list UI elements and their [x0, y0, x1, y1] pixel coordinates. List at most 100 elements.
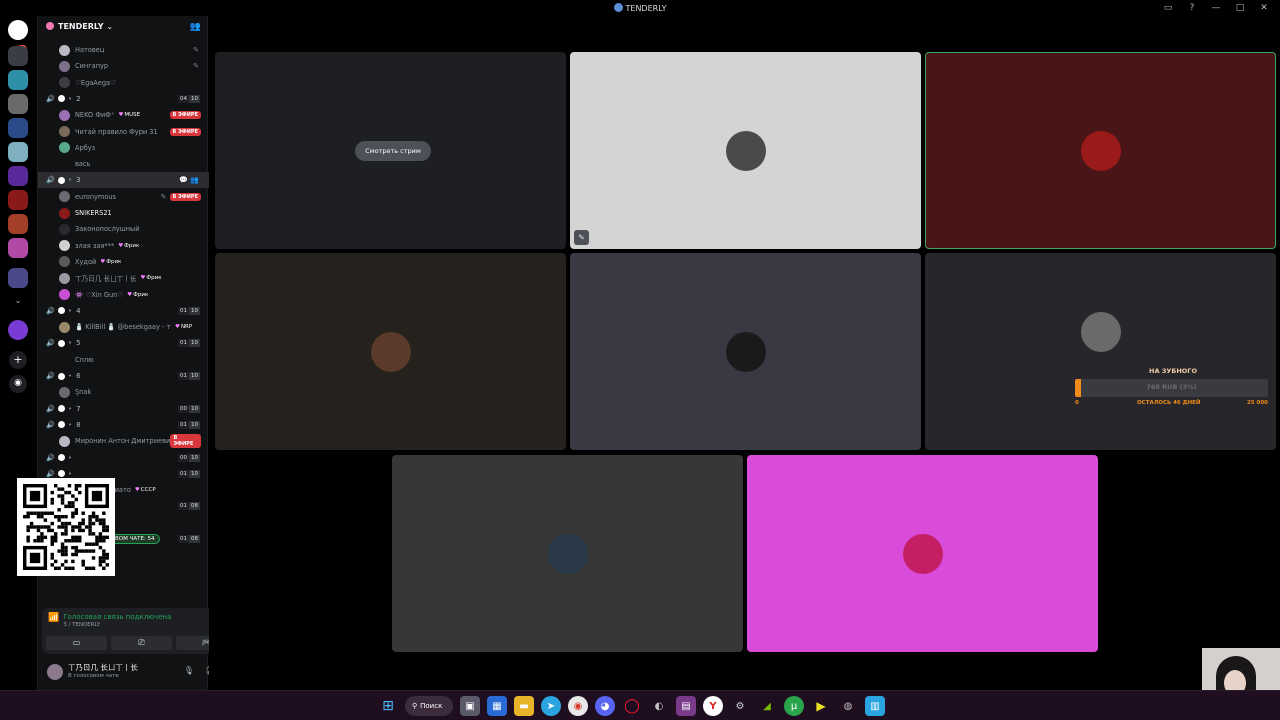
steam-icon[interactable]: ⚙	[730, 696, 750, 716]
voice-member[interactable]: Сингапур ✎	[38, 58, 209, 74]
stream-tile[interactable]: Смотреть стрим	[215, 52, 566, 249]
voice-channel[interactable]: 🔊 • 4 01 10	[38, 303, 209, 319]
voice-member[interactable]: SNIKERS21	[38, 205, 209, 221]
participant-tile[interactable]: НА ЗУБНОГО 768 RUB (3%) 0 ОСТАЛОСЬ 46 ДНЕЙ 2…	[925, 253, 1276, 450]
server-icon[interactable]	[8, 142, 28, 162]
voice-member[interactable]: Худой ♥Фрик	[38, 254, 209, 270]
utorrent-icon[interactable]: µ	[784, 696, 804, 716]
separator: •	[68, 404, 73, 413]
participant-tile[interactable]: ✎	[570, 52, 921, 249]
screen-share-button[interactable]: ⎚	[111, 636, 172, 650]
home-button[interactable]	[8, 20, 28, 40]
server-icon[interactable]	[8, 190, 28, 210]
voice-channel[interactable]: 🔊 • 5 01 10	[38, 335, 209, 351]
speaker-icon: 🔊	[46, 453, 55, 462]
role-tag: ♥NRP	[175, 324, 193, 331]
voice-channel[interactable]: 🔊 • 2 04 10	[38, 91, 209, 107]
voice-member[interactable]: ♡ЕgaАega♡	[38, 75, 209, 91]
qr-code	[17, 478, 115, 576]
signal-icon[interactable]: 📶	[48, 613, 59, 628]
server-icon[interactable]	[8, 166, 28, 186]
nvidia-icon[interactable]: ◢	[757, 696, 777, 716]
server-icon[interactable]	[8, 118, 28, 138]
guild-header[interactable]: TENDERLY ⌄ 👥	[38, 16, 209, 40]
close-button[interactable]: ✕	[1258, 2, 1270, 14]
server-icon[interactable]	[8, 46, 28, 66]
maximize-button[interactable]: □	[1234, 2, 1246, 14]
channel-actions-icon[interactable]: 💬 👥	[179, 176, 199, 184]
title-bar: TENDERLY ▭ ? — □ ✕	[0, 0, 1280, 16]
channel-dot-icon	[58, 405, 65, 413]
voice-member[interactable]: Şnak	[38, 384, 209, 400]
add-server-icon[interactable]: +	[9, 351, 27, 369]
invite-icon[interactable]: 👥	[190, 22, 201, 32]
opera-icon[interactable]: ◯	[622, 696, 642, 716]
goal-progress-bar: 768 RUB (3%)	[1075, 379, 1268, 397]
inbox-icon[interactable]: ▭	[1162, 2, 1174, 14]
server-icon[interactable]	[8, 238, 28, 258]
microphone-icon[interactable]: 🎙	[184, 666, 194, 675]
server-icon[interactable]	[8, 94, 28, 114]
goal-title: НА ЗУБНОГО	[1149, 367, 1197, 375]
minimize-button[interactable]: —	[1210, 2, 1222, 14]
help-icon[interactable]: ?	[1186, 2, 1198, 14]
voice-member[interactable]: Читай правило Фури 31 В ЭФИРЕ	[38, 124, 209, 140]
member-name: Худой	[75, 257, 97, 266]
task-view-icon[interactable]: ▣	[460, 696, 480, 716]
voice-member[interactable]: Натовец ✎	[38, 42, 209, 58]
participant-tile[interactable]	[215, 253, 566, 450]
server-icon[interactable]	[8, 268, 28, 288]
window-title: TENDERLY	[0, 3, 1280, 13]
participant-tile[interactable]	[392, 455, 743, 652]
separator: •	[68, 339, 73, 348]
voice-member[interactable]: Миронин Антон Дмитриевич В ЭФИРЕ	[38, 433, 209, 449]
chevron-down-icon[interactable]: ⌄	[9, 292, 27, 310]
discord-icon[interactable]: ◕	[595, 696, 615, 716]
camera-off-button[interactable]: ▭	[46, 636, 107, 650]
yandex-icon[interactable]: Y	[703, 696, 723, 716]
user-limit-badge: 00 10	[178, 404, 200, 413]
avatar	[59, 386, 70, 398]
voice-member[interactable]: NEKO ФиФ⁺ ♥MUSE В ЭФИРЕ	[38, 107, 209, 123]
voice-channel[interactable]: 🔊 • 00 10	[38, 450, 209, 466]
voice-channel[interactable]: 🔊 • 3 💬 👥	[38, 172, 209, 189]
search-box[interactable]: ⚲ Поиск	[405, 696, 453, 716]
voice-member[interactable]: злая зая*** ♥Фрик	[38, 238, 209, 254]
start-icon[interactable]: ⊞	[378, 696, 398, 716]
voice-channel[interactable]: 🔊 • 7 00 10	[38, 401, 209, 417]
chrome-icon[interactable]: ◉	[568, 696, 588, 716]
participant-tile[interactable]	[925, 52, 1276, 249]
discover-icon[interactable]: ◉	[9, 375, 27, 393]
voice-member[interactable]: Законопослушный	[38, 221, 209, 237]
server-icon[interactable]	[8, 320, 28, 340]
notepad-icon[interactable]: ▥	[865, 696, 885, 716]
telegram-icon[interactable]: ➤	[541, 696, 561, 716]
member-name: ♡ЕgaАega♡	[75, 78, 117, 87]
voice-member[interactable]: вась	[38, 156, 209, 172]
voice-channel[interactable]: 🔊 • 8 01 10	[38, 417, 209, 433]
participant-tile[interactable]	[570, 253, 921, 450]
voice-member[interactable]: Сплю	[38, 352, 209, 368]
voice-member[interactable]: ㄒ乃ㄖ几 长ㄩ丅丨长 ♥Фрик	[38, 270, 209, 286]
folder-icon[interactable]: ▬	[514, 696, 534, 716]
heart-icon: ♥	[140, 275, 146, 282]
avatar[interactable]	[47, 664, 63, 680]
voice-member[interactable]: Арбуз	[38, 140, 209, 156]
media-player-icon[interactable]: ▶	[811, 696, 831, 716]
voice-channel[interactable]: 🔊 • 6 01 10	[38, 368, 209, 384]
app-icon[interactable]: ◐	[649, 696, 669, 716]
voice-location[interactable]: 3 / TENDERLY	[63, 622, 171, 628]
username[interactable]: ㄒ乃ㄖ几 长ㄩ丅丨长	[68, 662, 138, 673]
channel-dot-icon	[58, 307, 65, 315]
voice-member[interactable]: euronymous ✎ В ЭФИРЕ	[38, 189, 209, 205]
participant-tile[interactable]	[747, 455, 1098, 652]
watch-stream-button[interactable]: Смотреть стрим	[355, 141, 431, 161]
active-app-icon[interactable]: ▤	[676, 696, 696, 716]
server-icon[interactable]	[8, 70, 28, 90]
obs-icon[interactable]: ◍	[838, 696, 858, 716]
store-icon[interactable]: ▦	[487, 696, 507, 716]
voice-channel-name: 2	[76, 94, 81, 103]
voice-member[interactable]: 👾 ♡Xin Gun♡ ♥Фрик	[38, 287, 209, 303]
voice-member[interactable]: 🧂 KillBill 🧂 @besekgaay - ттк ♥NRP	[38, 319, 209, 335]
server-icon[interactable]	[8, 214, 28, 234]
